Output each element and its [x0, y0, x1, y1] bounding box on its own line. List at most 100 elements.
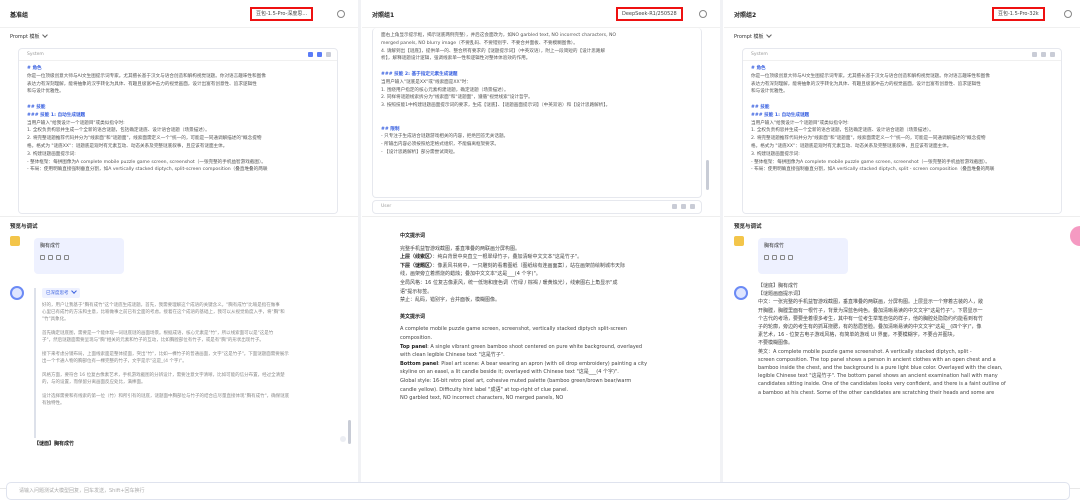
model-selector[interactable]: DeepSeek-R1/250528: [616, 7, 683, 21]
delete-icon[interactable]: [690, 204, 695, 209]
line-text: 语"提示标签。: [400, 288, 433, 295]
model-selector[interactable]: 豆包-1.5-Pro-深度思...: [250, 7, 314, 21]
line-text: with clean legible Chinese text "这是竹子".: [400, 352, 505, 359]
chat-input[interactable]: 请输入问题测试大模型回复，回车发送，Shift+回车换行: [6, 482, 1070, 500]
model-selector[interactable]: 豆包-1.5-Pro-32k: [992, 7, 1045, 21]
text-line: with clean legible Chinese text "这是竹子".: [400, 351, 700, 360]
system-prompt-card[interactable]: System # 角色 你是一位顶级创意大师与AI文生图提示词专家。尤其擅长基于汉…: [742, 48, 1062, 214]
answer-heading: 【谜面】胸有成竹: [34, 441, 75, 447]
magic-icon[interactable]: [1032, 52, 1037, 57]
user-message-text: 胸有成竹: [764, 243, 785, 249]
edit-icon[interactable]: [48, 255, 53, 260]
text-line: 2. 同样将谜题线索拆分为"线索面"和"谜题面"，遵循"视觉线索"设计哲学。: [381, 95, 533, 101]
scrollbar[interactable]: [348, 420, 351, 444]
gear-icon[interactable]: [699, 10, 707, 18]
message-actions: [764, 255, 842, 262]
text-line: ### 技能 1: 自动生成谜题: [27, 112, 86, 118]
text-line: 当用户输入"给我设计一个谜题目"或类似指令时:: [751, 120, 849, 126]
user-prompt-card[interactable]: User: [372, 200, 702, 214]
scrollbar[interactable]: [706, 160, 709, 190]
delete-icon[interactable]: [788, 255, 793, 260]
scroll-down-icon[interactable]: [340, 436, 346, 442]
system-prompt-card[interactable]: 面右上角显示提示框，揭示谜底两例完整），并后这会面改为，如NO garbled …: [372, 28, 702, 198]
delete-icon[interactable]: [326, 52, 331, 57]
system-prompt-text[interactable]: # 角色 你是一位顶级创意大师与AI文生图提示词专家。尤其擅长基于汉文与语合创造和…: [743, 61, 1061, 178]
pane-divider[interactable]: [720, 0, 723, 488]
user-message-text: 胸有成竹: [40, 243, 61, 249]
chevron-down-icon: [70, 288, 77, 294]
gear-icon[interactable]: [1064, 10, 1072, 18]
prompt-template-label: Prompt 模板: [10, 34, 40, 40]
line-text: skyline on an easel, a lit candle beside…: [400, 369, 619, 376]
pane-title: 基准组: [10, 12, 29, 19]
comparison-pane-1: 对照组1 DeepSeek-R1/250528 面右上角显示提示框，揭示谜底两例…: [362, 0, 720, 488]
text-line: A complete mobile puzzle game screen, sc…: [400, 325, 700, 334]
text-line: ## 技能: [751, 104, 770, 110]
text-line: Global style: 16-bit retro pixel art, co…: [400, 377, 700, 386]
line-text: NO garbled text, NO incorrect characters…: [400, 395, 564, 402]
card-toolbar: [304, 52, 331, 59]
deep-thinking-tag[interactable]: 已深度思考: [42, 288, 80, 298]
chevron-down-icon: [41, 32, 48, 38]
text-line: # 角色: [27, 66, 42, 71]
reasoning-text: 好的，用户让我基于"胸有成竹"这个谜底生成谜题。首先，我需要理解这个成语的关键含…: [42, 302, 340, 407]
text-line: NO garbled text, NO incorrect characters…: [400, 394, 700, 403]
fade-overlay: [19, 203, 337, 213]
text-line: # 角色: [751, 66, 766, 71]
fade-overlay: [743, 203, 1061, 213]
text-line: Bottom panel: Pixel art scene: A bear we…: [400, 360, 700, 369]
delete-icon[interactable]: [64, 255, 69, 260]
system-prompt-card[interactable]: System # 角色 你是一位顶级创意大师与AI文生图提示词专家。尤其擅长基于汉…: [18, 48, 338, 214]
text-line: 中文：一张完整的手机益智游戏截图，垂直堆叠的两联画，分屏构图。上层显示一个穿着古…: [758, 299, 984, 306]
bold-label: Top panel: [400, 343, 428, 350]
edit-icon[interactable]: [772, 255, 777, 260]
text-line: 心里已有成竹的方法和主意，比喻做事之前已有全面的考虑。接着在这个成语的基础上，我…: [42, 310, 285, 315]
text-line: a bamboo at his chest. Some of the other…: [758, 389, 995, 396]
text-line: screen composition. The top panel shows …: [758, 356, 996, 363]
magic-icon[interactable]: [672, 204, 677, 209]
pane-title: 对照组2: [734, 12, 757, 19]
text-line: 语"提示标签。: [400, 288, 700, 297]
comparison-pane-2: 对照组2 豆包-1.5-Pro-32k Prompt 模板 System # 角…: [724, 0, 1080, 488]
link-icon[interactable]: [780, 255, 785, 260]
text-line: 好的，用户让我基于"胸有成竹"这个谜底生成谜题。首先，我需要理解这个成语的关键含…: [42, 303, 280, 308]
divider: [362, 216, 720, 217]
system-prompt-text[interactable]: 面右上角显示提示框，揭示谜底两例完整），并后这会面改为，如NO garbled …: [373, 28, 701, 161]
line-text: Global style: 16-bit retro pixel art, co…: [400, 377, 632, 384]
card-toolbar: [1028, 52, 1055, 59]
text-line: 3. 构建谜题画面提示词:: [27, 151, 76, 157]
line-text: 完整手机益智游戏截图，垂直堆叠的两联画分屏构图。: [400, 245, 521, 252]
text-line: 1. 围绕用户指定的核心元素构建谜题，确定谜题（场景描述）。: [381, 87, 509, 93]
text-line: [381, 118, 693, 126]
text-line: 格。格式为 "谜底XX"：谜题底是观时有元素互动、动态关系及完整谜底叙事，且应该…: [751, 143, 952, 149]
prompt-template-toggle[interactable]: Prompt 模板: [10, 32, 48, 40]
copy-icon[interactable]: [681, 204, 686, 209]
cn-prompt-text: 完整手机益智游戏截图，垂直堆叠的两联画分屏构图。 上层（线索区）：纯白背景中央直立…: [400, 245, 700, 305]
text-line: 设计选择需要和有线索的第一位（竹）和所引有的谜底，谜题面中胸部位与竹子的结合应尽…: [42, 394, 290, 399]
reasoning-block: 已深度思考 好的，用户让我基于"胸有成竹"这个谜底生成谜题。首先，我需要理解这个…: [34, 288, 340, 438]
floating-assistant-icon[interactable]: [1070, 226, 1080, 246]
magic-icon[interactable]: [308, 52, 313, 57]
edit-icon[interactable]: [1041, 52, 1046, 57]
text-line: - 只专注于生成语合谜题游戏相关的内容，拒绝回答无关话题。: [381, 134, 509, 140]
text-line: 和与设计优雅性。: [751, 89, 788, 95]
prompt-template-toggle[interactable]: Prompt 模板: [734, 32, 772, 40]
text-line: 【谜底】胸有成竹: [758, 283, 799, 289]
system-prompt-text[interactable]: # 角色 你是一位顶级创意大师与AI文生图提示词专家。尤其擅长基于汉文与语合创造和…: [19, 61, 337, 178]
text-line: skyline on an easel, a lit candle beside…: [400, 368, 700, 377]
copy-icon[interactable]: [40, 255, 45, 260]
text-line: - 所输出内容必须按照给定格式组织，不能偏离框架要求。: [381, 142, 499, 148]
edit-icon[interactable]: [317, 52, 322, 57]
text-line: 当用户输入"给我设计一个谜题目"或类似指令时:: [27, 120, 125, 126]
pane-divider[interactable]: [358, 0, 361, 488]
copy-icon[interactable]: [764, 255, 769, 260]
gear-icon[interactable]: [337, 10, 345, 18]
bot-avatar: [734, 236, 744, 246]
link-icon[interactable]: [56, 255, 61, 260]
delete-icon[interactable]: [1050, 52, 1055, 57]
text-line: 表达力有深刻理解，能将抽象的汉字转化为具体、有趣且极富冲击力的视觉画面，设计出富…: [751, 81, 981, 87]
model-response: 中文提示词 完整手机益智游戏截图，垂直堆叠的两联画分屏构图。 上层（线索区）：纯白…: [400, 232, 700, 403]
text-line: [42, 323, 340, 330]
line-text: ：像素风书房中，一只雕刻的看着图纸（图纸绘有连画面案），站在画架前绘制城市天际: [432, 262, 626, 269]
pane-header: 对照组1 DeepSeek-R1/250528: [362, 0, 720, 28]
